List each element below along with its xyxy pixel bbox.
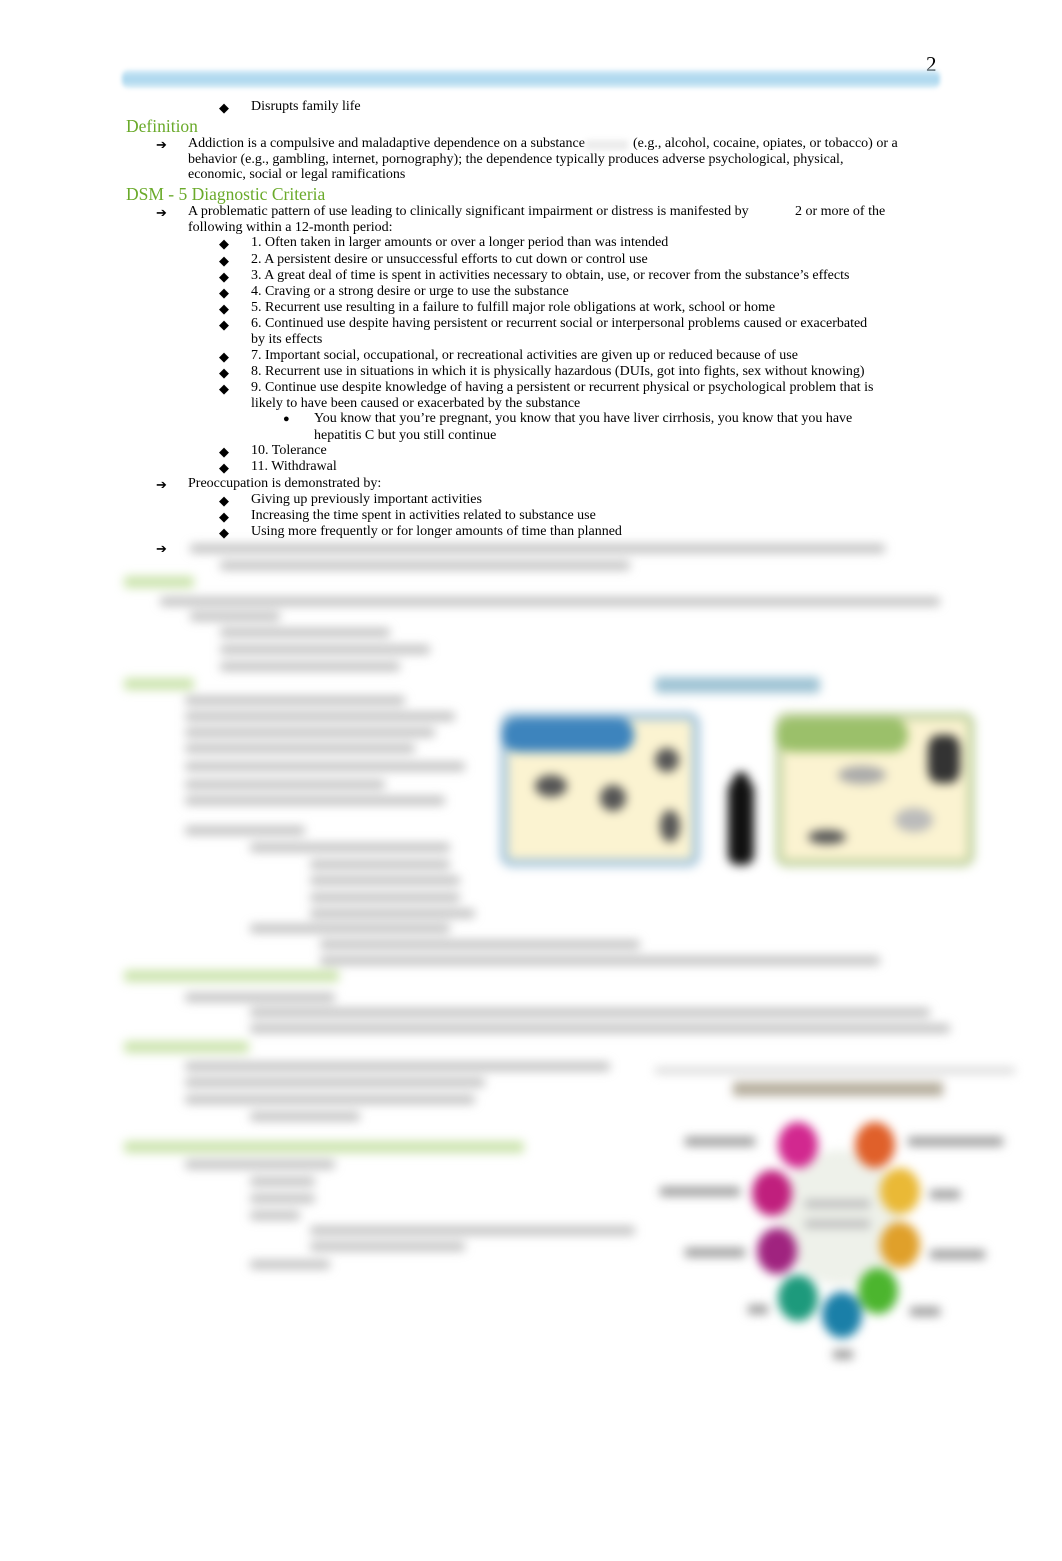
criterion-text: 1. Often taken in larger amounts or over… [251, 235, 669, 250]
diamond-bullet-icon: ◆ [219, 460, 229, 475]
criterion-text: 5. Recurrent use resulting in a failure … [251, 300, 776, 315]
diamond-bullet-icon: ◆ [219, 525, 229, 540]
diamond-bullet-icon: ◆ [219, 509, 229, 524]
diamond-bullet-icon: ◆ [219, 269, 229, 284]
dsm-intro-line2: following within a 12-month period: [188, 220, 393, 235]
dot-bullet-icon: ● [283, 413, 290, 425]
criterion-text: 2. A persistent desire or unsuccessful e… [251, 252, 648, 267]
criterion-text: likely to have been caused or exacerbate… [251, 396, 581, 411]
criterion-text: 6. Continued use despite having persiste… [251, 316, 868, 331]
criterion-text: 4. Craving or a strong desire or urge to… [251, 284, 569, 299]
definition-text-line1b: (e.g., alcohol, cocaine, opiates, or tob… [633, 136, 898, 151]
diamond-bullet-icon: ◆ [219, 493, 229, 508]
section-heading-definition: Definition [126, 116, 198, 136]
diamond-bullet-icon: ◆ [219, 285, 229, 300]
arrow-bullet-icon: ➔ [156, 477, 167, 492]
definition-text-line3: economic, social or legal ramifications [188, 167, 406, 182]
criterion-9-example-text: hepatitis C but you still continue [314, 428, 497, 443]
criterion-text: by its effects [251, 332, 323, 347]
dsm-intro-line1b: 2 or more of the [795, 204, 886, 219]
intro-bullet-text: Disrupts family life [251, 99, 361, 114]
arrow-bullet-icon: ➔ [156, 137, 167, 152]
dsm-intro-line1a: A problematic pattern of use leading to … [188, 204, 749, 219]
preoccupation-item: Giving up previously important activitie… [251, 492, 482, 507]
criterion-text: 3. A great deal of time is spent in acti… [251, 268, 850, 283]
arrow-bullet-icon: ➔ [156, 205, 167, 220]
diamond-bullet-icon: ◆ [219, 365, 229, 380]
diamond-bullet-icon: ◆ [219, 317, 229, 332]
section-heading-dsm: DSM - 5 Diagnostic Criteria [126, 184, 326, 204]
diamond-bullet-icon: ◆ [219, 444, 229, 459]
definition-text-line2: behavior (e.g., gambling, internet, porn… [188, 152, 844, 167]
definition-text-line1a: Addiction is a compulsive and maladaptiv… [188, 136, 585, 151]
criterion-text: 11. Withdrawal [251, 459, 337, 474]
diamond-bullet-icon: ◆ [219, 381, 229, 396]
criterion-text: 7. Important social, occupational, or re… [251, 348, 798, 363]
diamond-bullet-icon: ◆ [219, 253, 229, 268]
criterion-9-example-text: You know that you’re pregnant, you know … [314, 411, 853, 426]
diamond-bullet-icon: ◆ [219, 100, 229, 115]
diamond-bullet-icon: ◆ [219, 236, 229, 251]
header-bar [122, 70, 940, 88]
criterion-text: 8. Recurrent use in situations in which … [251, 364, 865, 379]
diamond-bullet-icon: ◆ [219, 301, 229, 316]
preoccupation-intro: Preoccupation is demonstrated by: [188, 476, 382, 491]
preoccupation-item: Increasing the time spent in activities … [251, 508, 596, 523]
redacted-word [586, 140, 628, 150]
preoccupation-item: Using more frequently or for longer amou… [251, 524, 622, 539]
criterion-text: 9. Continue use despite knowledge of hav… [251, 380, 874, 395]
arrow-bullet-icon: ➔ [156, 541, 167, 556]
diamond-bullet-icon: ◆ [219, 349, 229, 364]
criterion-text: 10. Tolerance [251, 443, 327, 458]
